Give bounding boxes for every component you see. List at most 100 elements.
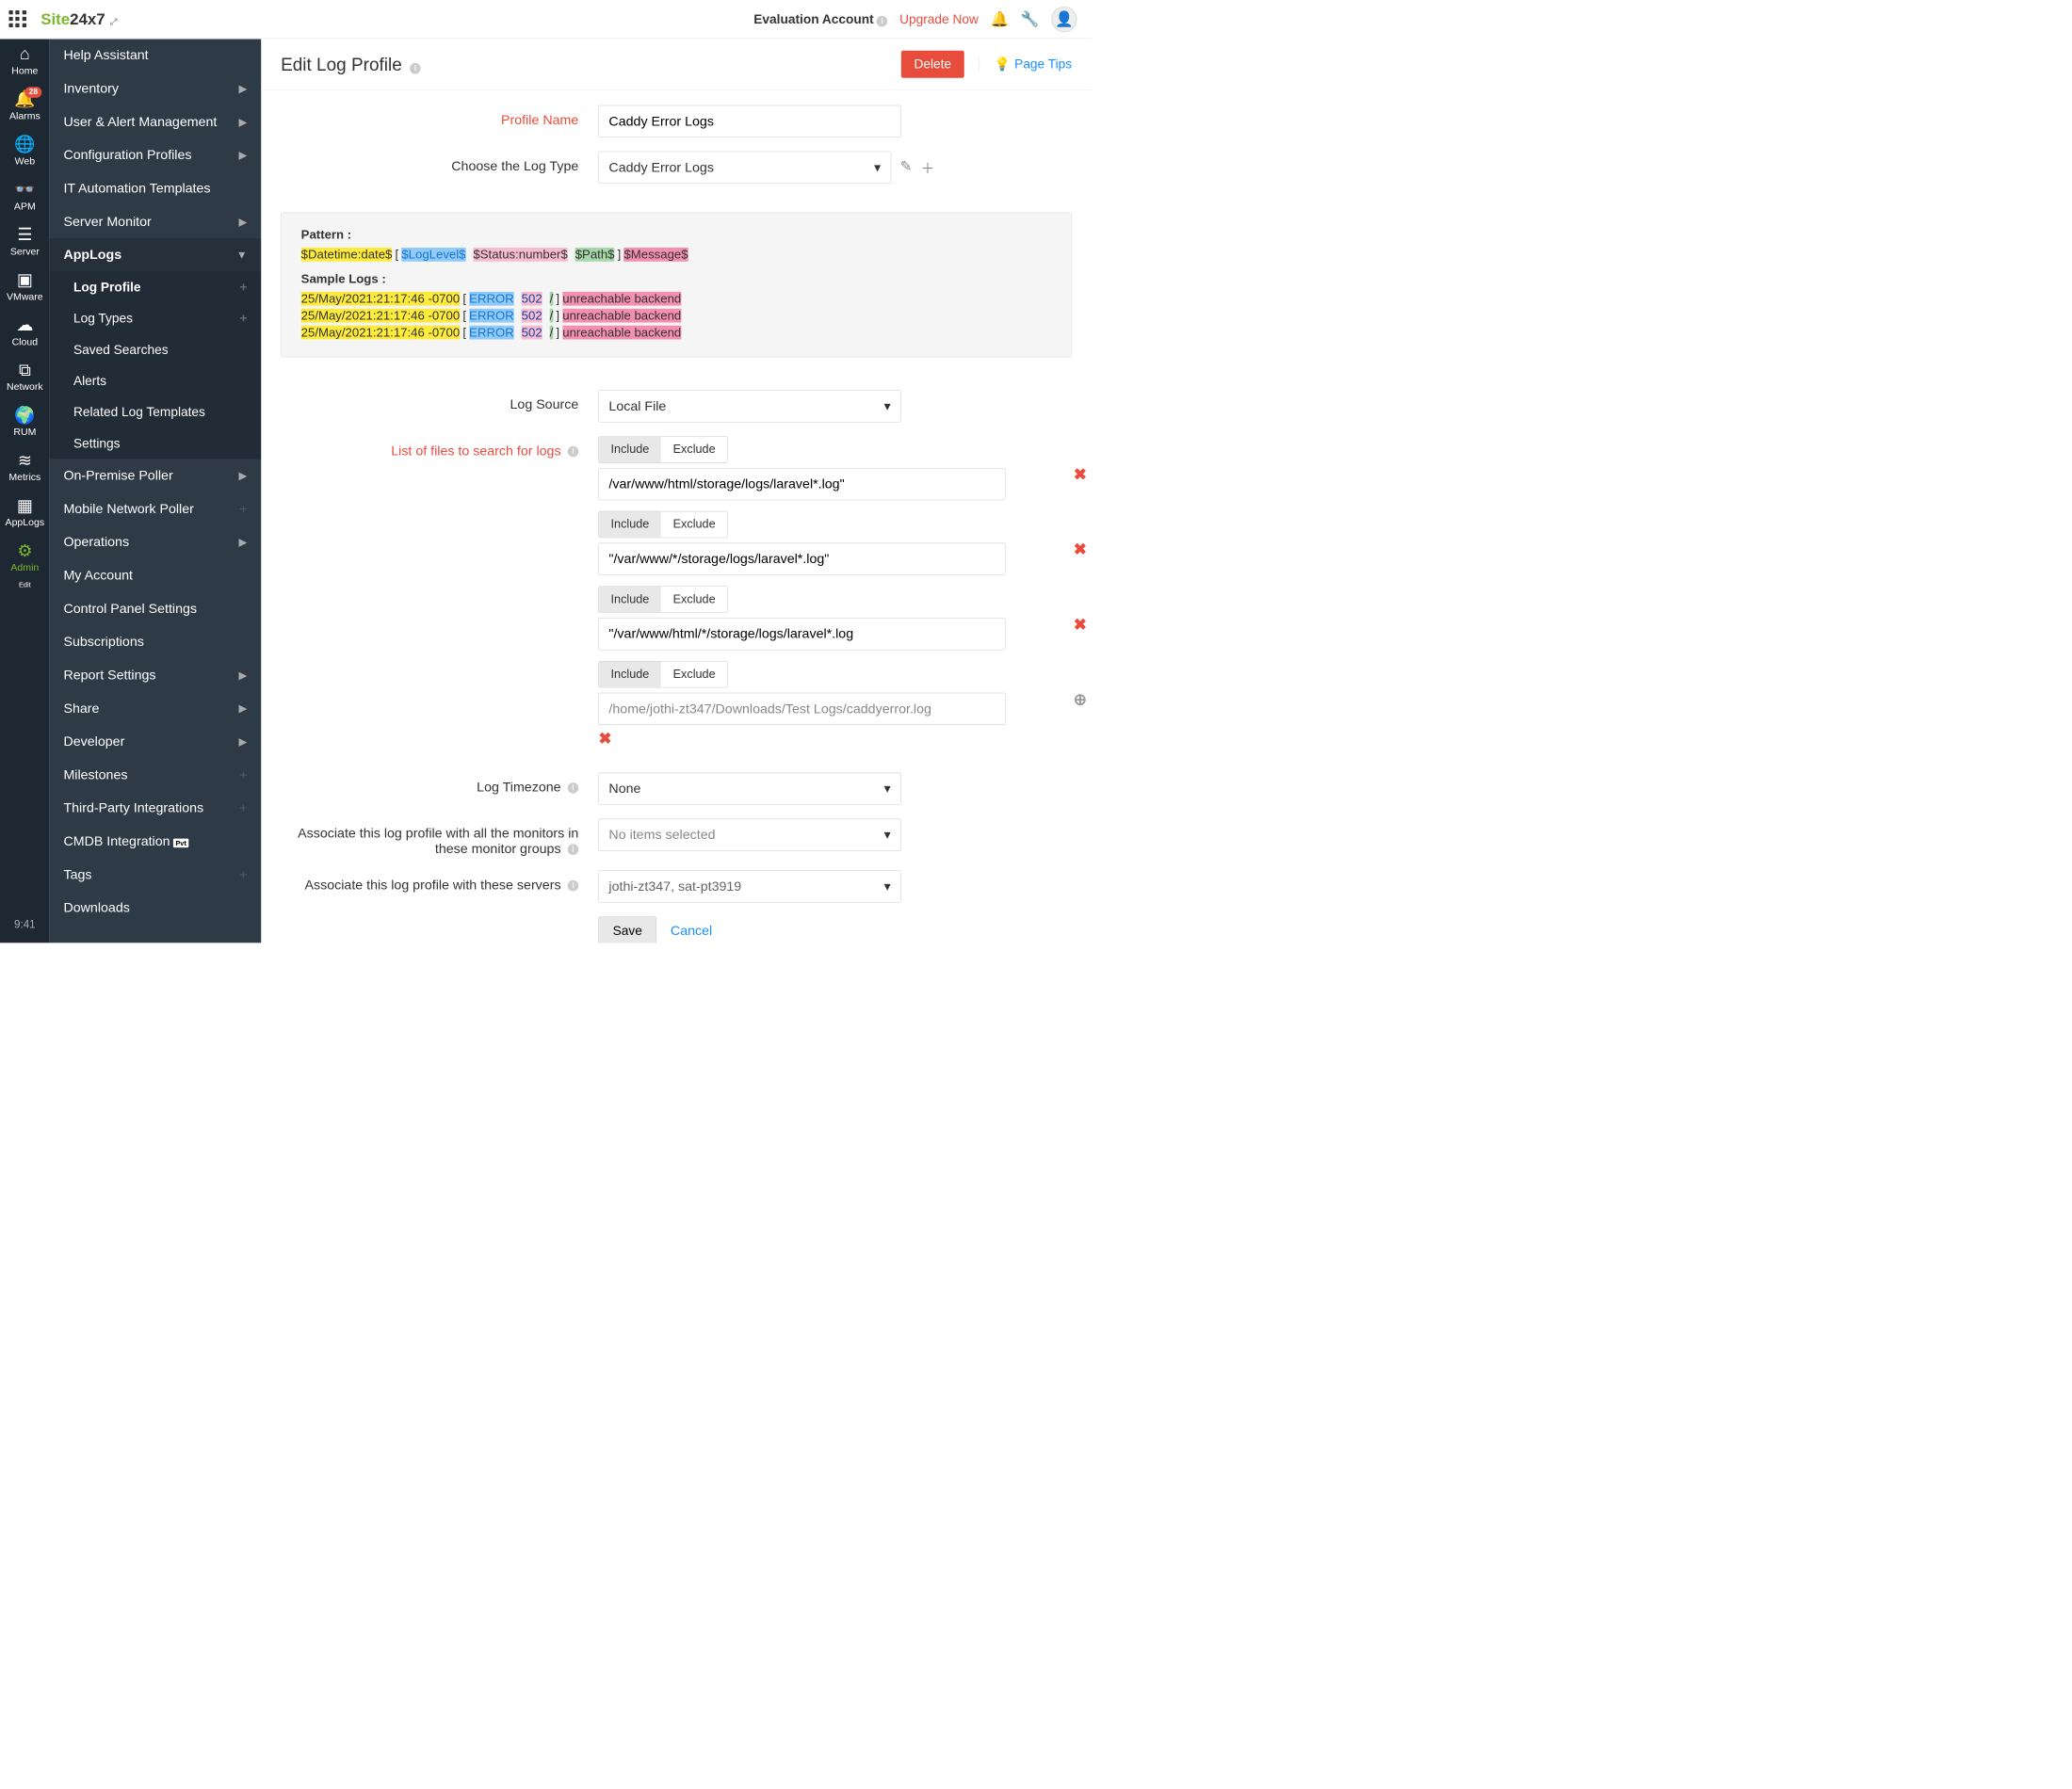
include-toggle[interactable]: Include: [599, 511, 661, 537]
main-content: Edit Log Profile i Delete 💡Page Tips Pro…: [261, 0, 1092, 943]
include-toggle[interactable]: Include: [599, 587, 661, 612]
upgrade-link[interactable]: Upgrade Now: [899, 11, 979, 26]
rail-cloud[interactable]: ☁Cloud: [0, 310, 50, 355]
servers-select[interactable]: jothi-zt347, sat-pt3919▾: [599, 870, 901, 902]
add-file-icon[interactable]: ⊕: [1074, 690, 1087, 709]
sidebar-developer[interactable]: Developer▶: [50, 725, 262, 758]
rum-icon: 🌍: [0, 407, 50, 424]
file-path-input[interactable]: [599, 543, 1006, 575]
rail-vmware[interactable]: ▣VMware: [0, 265, 50, 310]
info-icon[interactable]: i: [568, 844, 579, 855]
plus-icon[interactable]: +: [239, 280, 247, 295]
file-path-input[interactable]: [599, 468, 1006, 500]
remove-icon[interactable]: ✖: [1074, 615, 1087, 634]
avatar[interactable]: 👤: [1051, 7, 1076, 32]
log-source-select[interactable]: Local File▾: [599, 390, 901, 422]
remove-icon[interactable]: ✖: [1074, 465, 1087, 484]
add-icon[interactable]: ＋: [921, 157, 935, 177]
wrench-icon[interactable]: 🔧: [1021, 10, 1040, 27]
save-button[interactable]: Save: [599, 916, 657, 943]
plus-icon[interactable]: +: [239, 800, 247, 815]
exclude-toggle[interactable]: Exclude: [661, 587, 727, 612]
announcement-icon[interactable]: 🔔: [991, 10, 1010, 27]
sidebar-subscriptions[interactable]: Subscriptions: [50, 625, 262, 658]
info-icon[interactable]: i: [568, 782, 579, 794]
expand-icon[interactable]: ⤢: [110, 16, 118, 26]
plus-icon[interactable]: +: [239, 501, 247, 516]
file-row-3: IncludeExclude ⊕ ✖: [599, 661, 1045, 748]
chevron-right-icon: ▶: [239, 469, 248, 482]
sidebar-share[interactable]: Share▶: [50, 692, 262, 725]
icon-rail: ⌂Home 28🔔Alarms 🌐Web 👓APM ☰Server ▣VMwar…: [0, 0, 50, 943]
sidebar-mobile-poller[interactable]: Mobile Network Poller+: [50, 492, 262, 525]
sidebar-report-settings[interactable]: Report Settings▶: [50, 658, 262, 691]
rail-alarms[interactable]: 28🔔Alarms: [0, 84, 50, 129]
info-icon[interactable]: i: [877, 16, 888, 27]
log-type-select[interactable]: Caddy Error Logs▾: [599, 152, 892, 184]
page-tips-link[interactable]: 💡Page Tips: [979, 56, 1073, 72]
chevron-right-icon: ▶: [239, 536, 248, 549]
rail-server[interactable]: ☰Server: [0, 219, 50, 265]
apps-launcher-icon[interactable]: [8, 10, 26, 28]
profile-name-input[interactable]: [599, 105, 901, 137]
info-icon[interactable]: i: [568, 880, 579, 892]
sidebar-server-monitor[interactable]: Server Monitor▶: [50, 205, 262, 238]
sidebar-related-templates[interactable]: Related Log Templates: [50, 396, 262, 427]
edit-icon[interactable]: ✎: [900, 157, 912, 177]
sidebar-saved-searches[interactable]: Saved Searches: [50, 334, 262, 365]
remove-icon[interactable]: ✖: [1074, 540, 1087, 558]
sidebar-log-types[interactable]: Log Types+: [50, 302, 262, 333]
logo[interactable]: Site24x7⤢: [40, 10, 117, 28]
sidebar-milestones[interactable]: Milestones+: [50, 758, 262, 791]
sidebar-cmdb[interactable]: CMDB IntegrationPvt: [50, 825, 262, 858]
info-icon[interactable]: i: [568, 446, 579, 458]
plus-icon[interactable]: +: [239, 311, 247, 326]
exclude-toggle[interactable]: Exclude: [661, 437, 727, 462]
chevron-right-icon: ▶: [239, 116, 248, 129]
sidebar-inventory[interactable]: Inventory▶: [50, 72, 262, 105]
sidebar-it-automation[interactable]: IT Automation Templates: [50, 171, 262, 204]
sidebar-config-profiles[interactable]: Configuration Profiles▶: [50, 138, 262, 171]
log-type-label: Choose the Log Type: [281, 152, 598, 174]
account-label: Evaluation Accounti: [753, 11, 887, 26]
rail-network[interactable]: ⧉Network: [0, 355, 50, 400]
sidebar-my-account[interactable]: My Account: [50, 558, 262, 591]
sidebar-alerts[interactable]: Alerts: [50, 365, 262, 396]
sidebar-downloads[interactable]: Downloads: [50, 891, 262, 924]
rail-metrics[interactable]: ≋Metrics: [0, 445, 50, 491]
sidebar-tags[interactable]: Tags+: [50, 858, 262, 891]
include-toggle[interactable]: Include: [599, 437, 661, 462]
plus-icon[interactable]: +: [239, 867, 247, 882]
chevron-right-icon: ▶: [239, 149, 248, 162]
sidebar-log-profile[interactable]: Log Profile+: [50, 271, 262, 302]
sidebar-settings[interactable]: Settings: [50, 427, 262, 459]
sidebar-user-alert[interactable]: User & Alert Management▶: [50, 105, 262, 138]
exclude-toggle[interactable]: Exclude: [661, 661, 727, 686]
chevron-down-icon: ▼: [236, 249, 247, 262]
exclude-toggle[interactable]: Exclude: [661, 511, 727, 537]
sidebar-applogs[interactable]: AppLogs▼: [50, 238, 262, 271]
file-path-input[interactable]: [599, 618, 1006, 650]
plus-icon[interactable]: +: [239, 767, 247, 782]
include-toggle[interactable]: Include: [599, 661, 661, 686]
rail-web[interactable]: 🌐Web: [0, 129, 50, 174]
cancel-link[interactable]: Cancel: [671, 923, 712, 938]
sidebar-control-panel[interactable]: Control Panel Settings: [50, 592, 262, 625]
info-icon[interactable]: i: [410, 63, 421, 74]
sidebar-help[interactable]: Help Assistant: [50, 39, 262, 72]
rail-admin[interactable]: ⚙Admin: [0, 536, 50, 581]
file-path-input[interactable]: [599, 693, 1006, 725]
remove-icon[interactable]: ✖: [599, 729, 1045, 748]
sidebar-onpremise[interactable]: On-Premise Poller▶: [50, 459, 262, 492]
delete-button[interactable]: Delete: [901, 51, 964, 78]
rail-applogs[interactable]: ▦AppLogs: [0, 491, 50, 536]
rail-home[interactable]: ⌂Home: [0, 39, 50, 84]
sidebar-third-party[interactable]: Third-Party Integrations+: [50, 792, 262, 825]
monitor-groups-select[interactable]: No items selected▾: [599, 819, 901, 851]
sidebar-operations[interactable]: Operations▶: [50, 525, 262, 558]
sidebar: Help Assistant Inventory▶ User & Alert M…: [50, 0, 262, 943]
rail-edit-link[interactable]: Edit: [19, 581, 31, 588]
timezone-select[interactable]: None▾: [599, 773, 901, 805]
rail-apm[interactable]: 👓APM: [0, 174, 50, 219]
rail-rum[interactable]: 🌍RUM: [0, 400, 50, 445]
